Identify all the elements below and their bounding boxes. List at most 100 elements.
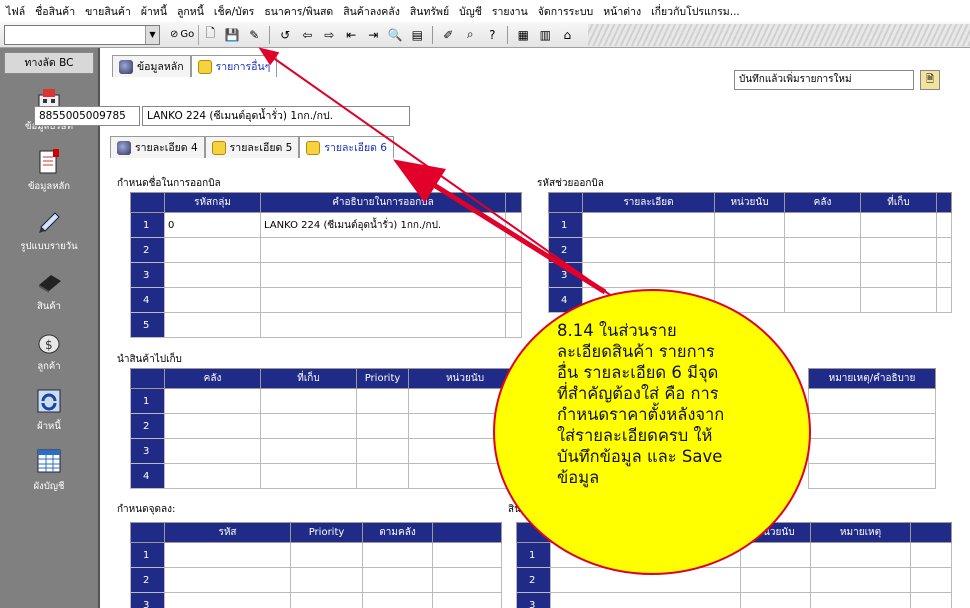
callout-line: ใส่รายละเอียดครบ ให้	[557, 426, 713, 445]
menu-bank[interactable]: ธนาคาร/พินสด	[264, 3, 333, 20]
menu-accounts[interactable]: บัญชี	[459, 3, 482, 20]
table-row[interactable]: 3	[130, 262, 522, 288]
table-cell[interactable]	[164, 262, 261, 288]
globe-icon	[117, 140, 131, 155]
sidebar-header: ทางลัด BC	[4, 52, 94, 74]
table-row[interactable]: 4	[130, 463, 522, 489]
menu-cheque[interactable]: เช็ค/บัตร	[214, 3, 254, 20]
table-row[interactable]: 1	[130, 542, 502, 568]
table-corner	[516, 522, 551, 543]
tab-other-items[interactable]: รายการอื่นๆ	[190, 55, 278, 77]
table-row[interactable]	[808, 388, 936, 414]
new-document-icon[interactable]: 🗋	[201, 26, 219, 44]
table-row[interactable]	[808, 438, 936, 464]
table-cell[interactable]	[260, 237, 506, 263]
table-row[interactable]: 3	[548, 262, 952, 288]
last-record-icon[interactable]: ⇥	[364, 26, 382, 44]
menu-system[interactable]: จัดการระบบ	[538, 3, 593, 20]
menu-inventory[interactable]: สินค้าลงคลัง	[343, 3, 400, 20]
save-mode-select[interactable]: บันทึกแล้วเพิ่มรายการใหม่	[734, 70, 914, 90]
go-button[interactable]: ⊘ Go	[166, 24, 200, 45]
callout-line: กำหนดราคาตั้งหลังจาก	[557, 405, 725, 424]
table-row[interactable]	[808, 463, 936, 489]
column-header: รหัสกลุ่ม	[164, 192, 261, 213]
sidebar-item-master[interactable]: ข้อมูลหลัก	[0, 140, 98, 200]
table-row[interactable]: 3	[516, 592, 952, 608]
product-name-field[interactable]: LANKO 224 (ซีเมนต์อุดน้ำรั่ว) 1กก./กป.	[142, 106, 410, 126]
menu-sales[interactable]: ขายสินค้า	[85, 3, 131, 20]
table-row[interactable]: 3	[130, 592, 502, 608]
menu-file[interactable]: ไฟล์	[6, 3, 25, 20]
product-icon	[34, 266, 64, 296]
table-row[interactable]: 2	[130, 237, 522, 263]
help-icon[interactable]: ?	[483, 26, 501, 44]
menu-assets[interactable]: สินทรัพย์	[410, 3, 449, 20]
tab-detail-6[interactable]: รายละเอียด 6	[299, 136, 394, 158]
table-row[interactable]: 5	[130, 312, 522, 338]
table-row[interactable]: 3	[130, 438, 522, 464]
table-cell[interactable]	[164, 237, 261, 263]
broom-icon[interactable]: ✎	[245, 26, 263, 44]
sidebar-item-payable[interactable]: ผ้าหนี้	[0, 380, 98, 440]
home-icon[interactable]: ⌂	[558, 26, 576, 44]
calculator-icon[interactable]: ▦	[514, 26, 532, 44]
table-row[interactable]: 2	[130, 567, 502, 593]
callout-line: บันทึกข้อมูล และ Save	[557, 447, 723, 466]
toolbar-separator	[432, 25, 434, 44]
column-header: คำอธิบายในการออกบิล	[260, 192, 506, 213]
undo-icon[interactable]: ↺	[276, 26, 294, 44]
attach-icon[interactable]: ✐	[439, 26, 457, 44]
table-cell[interactable]: 0	[164, 212, 261, 238]
column-header: ที่เก็บ	[860, 192, 937, 213]
sidebar-item-daily-format[interactable]: รูปแบบรายวัน	[0, 200, 98, 260]
column-header: หมายเหตุ	[810, 522, 911, 543]
search-combo[interactable]: ▼	[4, 24, 160, 45]
table-row[interactable]: 1 0 LANKO 224 (ซีเมนต์อุดน้ำรั่ว) 1กก./กป.	[130, 212, 522, 238]
table-row[interactable]: 4	[130, 287, 522, 313]
table-cell[interactable]	[164, 287, 261, 313]
table-row[interactable]: 1	[130, 388, 522, 414]
sidebar-item-customer[interactable]: $ ลูกค้า	[0, 320, 98, 380]
table-cell[interactable]	[260, 312, 506, 338]
sidebar-item-product[interactable]: สินค้า	[0, 260, 98, 320]
billing-code-title: รหัสช่วยออกบิล	[537, 178, 604, 189]
grid-icon[interactable]: ▥	[536, 26, 554, 44]
menu-about[interactable]: เกี่ยวกับโปรแกรม...	[651, 3, 740, 20]
find-icon[interactable]: 🔍	[386, 26, 404, 44]
table-row[interactable]: 1	[548, 212, 952, 238]
table-cell[interactable]: LANKO 224 (ซีเมนต์อุดน้ำรั่ว) 1กก./กป.	[260, 212, 506, 238]
back-arrow-icon[interactable]: ⇦	[298, 26, 316, 44]
forward-arrow-icon[interactable]: ⇨	[320, 26, 338, 44]
zoom-icon[interactable]: ⌕	[461, 26, 479, 44]
table-row[interactable]: 2	[548, 237, 952, 263]
column-header: หน่วยนับ	[740, 522, 811, 543]
table-row[interactable]: 2	[516, 567, 952, 593]
product-code-field[interactable]: 8855005009785	[34, 106, 140, 126]
print-preview-icon[interactable]: ▤	[408, 26, 426, 44]
tab-detail-4[interactable]: รายละเอียด 4	[110, 136, 205, 158]
tab-master-data[interactable]: ข้อมูลหลัก	[112, 55, 191, 77]
chevron-down-icon[interactable]: ▼	[145, 25, 159, 44]
column-header	[432, 522, 502, 543]
first-record-icon[interactable]: ⇤	[342, 26, 360, 44]
table-row[interactable]: 1	[516, 542, 952, 568]
save-mode-button[interactable]: 🗎	[920, 70, 940, 90]
menu-window[interactable]: หน้าต่าง	[603, 3, 641, 20]
tab-detail-5[interactable]: รายละเอียด 5	[204, 136, 300, 158]
note-icon	[197, 59, 212, 74]
bottom-right-title: สิน	[508, 504, 521, 515]
save-icon[interactable]: 💾	[223, 26, 241, 44]
menu-reports[interactable]: รายงาน	[492, 3, 528, 20]
table-cell[interactable]	[260, 262, 506, 288]
sidebar-item-chart-of-accounts[interactable]: ผังบัญชี	[0, 440, 98, 500]
storage-notes-table: หมายเหตุ/คำอธิบาย	[808, 368, 936, 489]
table-cell[interactable]	[164, 312, 261, 338]
menu-receivables[interactable]: ลูกหนี้	[177, 3, 204, 20]
table-row[interactable]: 2	[130, 413, 522, 439]
menu-product-name[interactable]: ชื่อสินค้า	[35, 3, 75, 20]
menu-payables[interactable]: ผ้าหนี้	[141, 3, 167, 20]
table-cell[interactable]	[260, 287, 506, 313]
table-corner	[548, 192, 583, 213]
table-row[interactable]: 4	[548, 287, 952, 313]
table-row[interactable]	[808, 413, 936, 439]
